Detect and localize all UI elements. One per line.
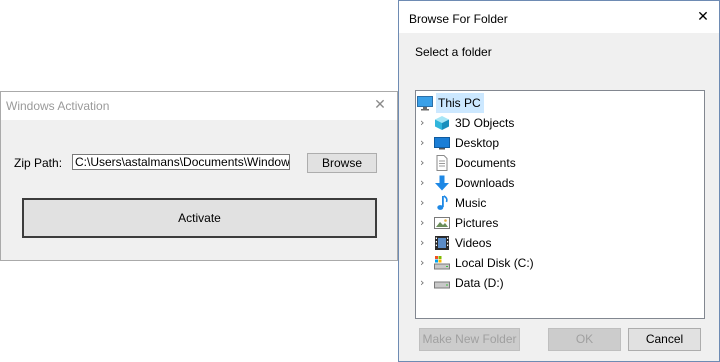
music-note-icon [437, 195, 448, 210]
cancel-button[interactable]: Cancel [628, 328, 701, 351]
monitor-icon [417, 96, 433, 111]
tree-item-data-d[interactable]: › Data (D:) [416, 273, 704, 293]
desktop-icon [434, 137, 450, 150]
zip-path-input[interactable]: C:\Users\astalmans\Documents\Windows Li [72, 154, 290, 170]
tree-item-documents[interactable]: › Documents [416, 153, 704, 173]
tree-item-local-disk-c[interactable]: › Local Disk (C:) [416, 253, 704, 273]
tree-item-label: Desktop [455, 136, 500, 150]
cube-icon [435, 116, 449, 130]
close-icon[interactable]: ✕ [372, 97, 388, 113]
activate-button[interactable]: Activate [22, 198, 377, 238]
system-drive-icon [434, 256, 450, 270]
tree-item-label: Data (D:) [455, 276, 504, 290]
tree-item-videos[interactable]: › Videos [416, 233, 704, 253]
zip-path-label: Zip Path: [14, 156, 63, 170]
film-icon [435, 236, 449, 250]
tree-item-label: Local Disk (C:) [455, 256, 534, 270]
folder-tree[interactable]: This PC › 3D Objects › Desktop › Documen… [415, 90, 705, 319]
tree-item-3d-objects[interactable]: › 3D Objects [416, 113, 704, 133]
chevron-right-icon[interactable]: › [420, 213, 430, 233]
tree-item-label: Pictures [455, 216, 499, 230]
tree-item-this-pc[interactable]: This PC [416, 93, 484, 113]
chevron-right-icon[interactable]: › [420, 173, 430, 193]
picture-icon [434, 217, 450, 229]
tree-item-music[interactable]: › Music [416, 193, 704, 213]
chevron-right-icon[interactable]: › [420, 233, 430, 253]
tree-item-label: Videos [455, 236, 492, 250]
tree-item-label: Music [455, 196, 487, 210]
tree-item-label: This PC [436, 93, 484, 113]
make-new-folder-button[interactable]: Make New Folder [419, 328, 520, 351]
window-title: Windows Activation [6, 99, 110, 113]
dialog-title: Browse For Folder [409, 12, 508, 26]
tree-item-downloads[interactable]: › Downloads [416, 173, 704, 193]
tree-item-desktop[interactable]: › Desktop [416, 133, 704, 153]
download-arrow-icon [435, 175, 449, 191]
browse-for-folder-dialog: Browse For Folder ✕ Select a folder This… [398, 0, 720, 362]
chevron-right-icon[interactable]: › [420, 273, 430, 293]
windows-activation-dialog: Windows Activation ✕ Zip Path: C:\Users\… [0, 91, 398, 261]
chevron-right-icon[interactable]: › [420, 193, 430, 213]
title-bar[interactable]: Windows Activation ✕ [1, 92, 397, 120]
browse-button[interactable]: Browse [307, 153, 377, 173]
title-bar[interactable]: Browse For Folder ✕ [399, 1, 719, 33]
drive-icon [434, 281, 450, 289]
tree-item-label: 3D Objects [455, 116, 515, 130]
document-icon [436, 155, 448, 171]
chevron-right-icon[interactable]: › [420, 113, 430, 133]
tree-item-label: Downloads [455, 176, 515, 190]
ok-button[interactable]: OK [548, 328, 621, 351]
tree-item-pictures[interactable]: › Pictures [416, 213, 704, 233]
chevron-right-icon[interactable]: › [420, 153, 430, 173]
tree-item-label: Documents [455, 156, 516, 170]
instruction-text: Select a folder [415, 45, 492, 59]
chevron-right-icon[interactable]: › [420, 133, 430, 153]
close-icon[interactable]: ✕ [695, 9, 711, 25]
chevron-right-icon[interactable]: › [420, 253, 430, 273]
